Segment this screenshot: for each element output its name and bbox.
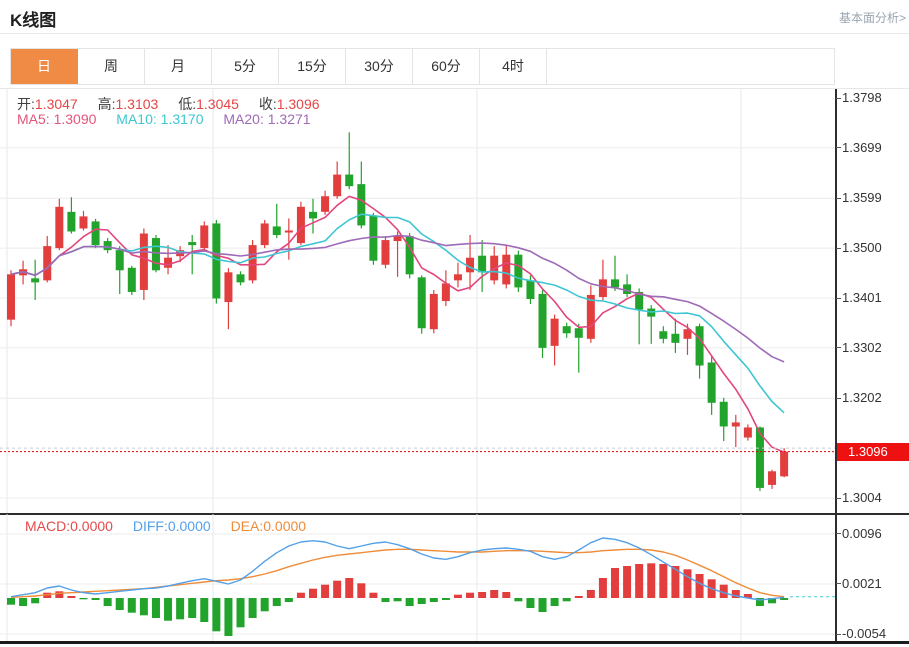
- macd-value: 0.0000: [70, 518, 113, 534]
- y-axis-tick-mark: [836, 634, 841, 635]
- tab-month[interactable]: 月: [145, 49, 212, 84]
- ma10-label: MA10:: [116, 111, 156, 127]
- y-axis-tick-mark: [836, 498, 841, 499]
- low-label: 低:: [178, 96, 196, 112]
- y-axis-tick-mark: [836, 398, 841, 399]
- y-axis-tick-mark: [836, 347, 841, 348]
- low-value: 1.3045: [196, 96, 239, 112]
- y-axis-tick-label: 1.3599: [842, 190, 882, 206]
- header-divider: [0, 33, 909, 34]
- high-label: 高:: [98, 96, 116, 112]
- y-axis-tick-label: 0.0021: [842, 576, 882, 592]
- diff-label: DIFF:: [133, 518, 168, 534]
- close-label: 收:: [259, 96, 277, 112]
- candlestick-chart[interactable]: [0, 89, 836, 513]
- y-axis-tick-label: 1.3004: [842, 490, 882, 506]
- tab-15min[interactable]: 15分: [279, 49, 346, 84]
- y-axis-tick-mark: [836, 147, 841, 148]
- y-axis-tick-label: 1.3202: [842, 390, 882, 406]
- y-axis-tick-label: 1.3302: [842, 340, 882, 356]
- y-axis-tick-mark: [836, 583, 841, 584]
- dea-value: 0.0000: [263, 518, 306, 534]
- fundamental-analysis-link[interactable]: 基本面分析>: [839, 9, 906, 26]
- y-axis-tick-label: 1.3699: [842, 140, 882, 156]
- y-axis-tick-mark: [836, 533, 841, 534]
- y-axis-tick-mark: [836, 198, 841, 199]
- diff-value: 0.0000: [168, 518, 211, 534]
- tab-day[interactable]: 日: [11, 49, 78, 84]
- y-axis-tick-mark: [836, 298, 841, 299]
- chart-bottom-border: [0, 641, 909, 644]
- ma5-value: 1.3090: [54, 111, 97, 127]
- period-tabbar: 日 周 月 5分 15分 30分 60分 4时: [10, 48, 835, 85]
- macd-label: MACD:: [25, 518, 70, 534]
- macd-legend: MACD:0.0000 DIFF:0.0000 DEA:0.0000: [25, 518, 322, 534]
- tab-4hour[interactable]: 4时: [480, 49, 547, 84]
- kline-chart-area: 开:1.3047 高:1.3103 低:1.3045 收:1.3096 MA5:…: [0, 88, 909, 644]
- ma5-label: MA5:: [17, 111, 50, 127]
- tab-30min[interactable]: 30分: [346, 49, 413, 84]
- open-label: 开:: [17, 96, 35, 112]
- tab-5min[interactable]: 5分: [212, 49, 279, 84]
- page-title: K线图: [10, 6, 56, 31]
- close-value: 1.3096: [277, 96, 320, 112]
- ma-legend: MA5: 1.3090 MA10: 1.3170 MA20: 1.3271: [17, 111, 327, 127]
- current-price-badge: 1.3096: [837, 443, 909, 461]
- y-axis-tick-label: 1.3798: [842, 90, 882, 106]
- tab-60min[interactable]: 60分: [413, 49, 480, 84]
- tab-week[interactable]: 周: [78, 49, 145, 84]
- y-axis-tick-label: 1.3500: [842, 240, 882, 256]
- ma10-value: 1.3170: [161, 111, 204, 127]
- y-axis-tick-mark: [836, 98, 841, 99]
- y-axis-tick-label: 0.0096: [842, 526, 882, 542]
- open-value: 1.3047: [35, 96, 78, 112]
- y-axis-tick-label: 1.3401: [842, 290, 882, 306]
- y-axis-line: [835, 89, 837, 643]
- high-value: 1.3103: [116, 96, 159, 112]
- y-axis-tick-mark: [836, 248, 841, 249]
- y-axis-tick-label: -0.0054: [842, 626, 886, 642]
- dea-label: DEA:: [231, 518, 264, 534]
- ma20-label: MA20:: [223, 111, 263, 127]
- ma20-value: 1.3271: [268, 111, 311, 127]
